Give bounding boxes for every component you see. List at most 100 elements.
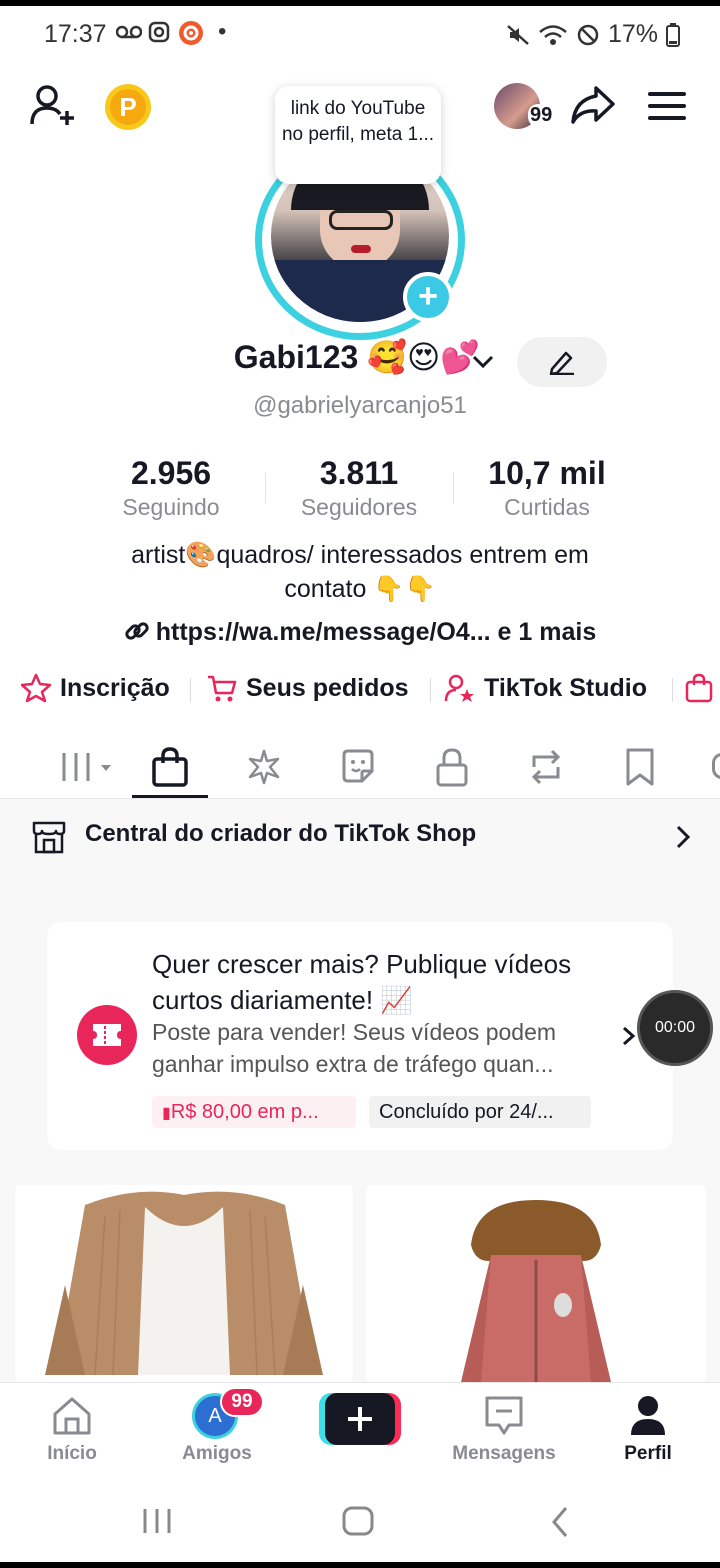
grid-icon [55,747,115,787]
stat-value: 3.811 [319,455,399,491]
tab-reposts[interactable] [518,735,574,799]
shop-center-title: Central do criador do TikTok Shop [85,820,477,847]
display-name[interactable]: Gabi123 🥰😍💕 [0,338,720,376]
stat-value: 10,7 mil [488,455,606,491]
nav-home[interactable]: Início [17,1383,127,1479]
product-image-cardigan [45,1191,323,1376]
profile-icon [629,1395,667,1437]
shopping-bag-icon [684,673,714,703]
quick-links: Inscrição Seus pedidos TikTok Studio [20,668,720,708]
stat-followers[interactable]: 3.811 Seguidores [265,455,453,521]
status-icons: 17% [506,20,680,49]
home-button-icon[interactable] [342,1506,374,1536]
avatar-glasses [329,210,393,230]
recent-apps-icon[interactable] [141,1507,173,1535]
sparkle-icon [244,747,284,787]
reward-pill-text: R$ 80,00 em p... [170,1101,319,1123]
profile-tabs [0,735,720,799]
shopping-bag-icon [151,747,189,787]
bottom-nav: Início A 99 Amigos Mensagens Perfil [0,1382,720,1478]
tab-stickers[interactable] [330,735,386,799]
svg-text:P: P [119,92,136,122]
stat-value: 2.956 [130,455,212,491]
ticket-icon [77,1005,137,1065]
back-button-icon[interactable] [548,1506,572,1538]
nav-profile[interactable]: Perfil [593,1383,703,1479]
card-body-line: Poste para vender! Seus vídeos podem [152,1019,557,1045]
coins-icon[interactable]: P [104,83,152,136]
nav-friends[interactable]: A 99 Amigos [162,1383,272,1479]
screen-bottom-edge [0,1562,720,1568]
add-story-plus-icon[interactable]: + [403,272,453,322]
tab-partial-icon[interactable] [712,753,720,779]
edit-profile-button[interactable] [517,337,607,387]
pencil-icon [549,351,574,375]
cart-icon [206,673,238,703]
product-card[interactable] [15,1185,353,1382]
deadline-pill: Concluído por 24/... [369,1096,591,1128]
bookmark-icon [624,747,656,787]
tab-private[interactable] [424,735,480,799]
quicklink-studio[interactable]: TikTok Studio [444,668,647,708]
quicklink-divider [430,678,431,702]
tab-effects[interactable] [236,735,292,799]
product-image-parka [461,1200,611,1382]
nav-messages[interactable]: Mensagens [449,1383,559,1479]
friends-badge: 99 [220,1387,264,1417]
nav-label: Perfil [624,1443,672,1464]
stat-label: Curtidas [504,494,590,520]
nav-create[interactable] [305,1383,415,1479]
create-plus-icon [325,1393,395,1445]
reward-pill: ▮R$ 80,00 em p... [152,1096,356,1128]
stat-likes[interactable]: 10,7 mil Curtidas [453,455,641,521]
notification-dot: • [218,18,227,45]
instagram-icon [148,21,170,48]
menu-icon[interactable] [648,90,686,127]
tab-shop[interactable] [132,735,208,799]
recorder-app-icon [178,20,204,51]
stat-label: Seguindo [122,494,220,520]
share-icon[interactable] [570,84,616,131]
tab-saved[interactable] [612,735,668,799]
profile-note-bubble[interactable]: link do YouTube no perfil, meta 1... [275,86,441,184]
card-title: Quer crescer mais? Publique vídeos curto… [152,949,572,1015]
mute-icon [506,23,530,47]
blocked-icon [576,23,600,47]
store-icon [31,819,67,855]
profile-bio: artist🎨quadros/ interessados entrem em c… [80,538,640,606]
card-chevron-right-icon[interactable] [620,1024,638,1048]
add-friend-icon[interactable] [30,84,76,133]
friend-badge-count: 99 [528,104,555,127]
system-nav-bar [0,1478,720,1562]
lock-icon [434,747,470,787]
battery-percent: 17% [607,20,658,48]
nav-label: Início [47,1443,97,1464]
quicklink-shop[interactable] [684,668,714,708]
wifi-icon [538,23,568,47]
quicklink-subscription[interactable]: Inscrição [20,668,170,708]
product-card[interactable] [366,1185,706,1382]
profile-handle: @gabrielyarcanjo51 [253,392,467,419]
profile-link[interactable]: https://wa.me/message/O4... e 1 mais [0,618,720,647]
nav-label: Mensagens [452,1443,556,1464]
stat-label: Seguidores [300,494,418,520]
display-name-text: Gabi123 🥰😍💕 [233,339,481,375]
message-icon [484,1395,524,1437]
quicklink-divider [672,678,673,702]
home-icon [51,1395,93,1437]
quicklink-orders[interactable]: Seus pedidos [206,668,409,708]
nav-label: Amigos [182,1443,252,1464]
quicklink-label: Seus pedidos [246,673,409,702]
stat-following[interactable]: 2.956 Seguindo [77,455,265,521]
tab-videos-grid[interactable] [50,735,120,799]
recording-timer[interactable]: 00:00 [637,990,713,1066]
bio-line: contato 👇👇 [284,575,436,603]
link-icon [124,618,150,644]
card-body: Poste para vender! Seus vídeos podem gan… [152,1016,602,1080]
chevron-down-icon[interactable] [470,348,496,379]
star-icon [20,673,52,703]
profile-link-text: https://wa.me/message/O4... e 1 mais [155,618,597,646]
active-tab-indicator [132,795,208,798]
repost-icon [526,747,566,787]
sticker-icon [338,747,378,787]
